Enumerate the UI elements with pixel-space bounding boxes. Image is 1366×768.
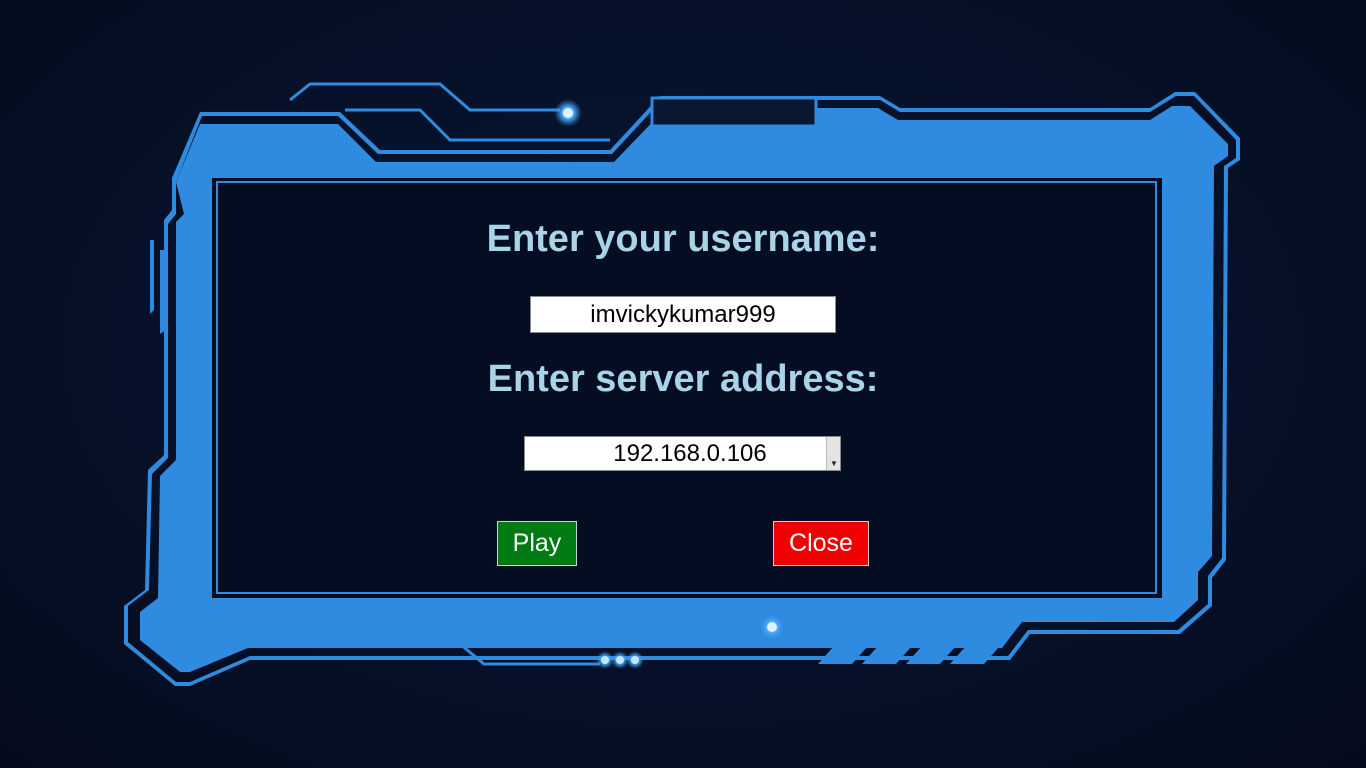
close-button[interactable]: Close bbox=[773, 521, 869, 566]
server-address-combobox[interactable]: ▼ bbox=[524, 436, 841, 471]
username-input[interactable] bbox=[530, 296, 836, 333]
username-label: Enter your username: bbox=[486, 218, 880, 260]
server-dropdown-button[interactable]: ▼ bbox=[826, 437, 840, 470]
server-address-input[interactable] bbox=[525, 437, 825, 470]
game-login-screen: Enter your username: Enter server addres… bbox=[0, 0, 1366, 768]
hud-top-slot bbox=[650, 96, 818, 128]
server-address-label: Enter server address: bbox=[487, 358, 879, 400]
chevron-down-icon: ▼ bbox=[830, 459, 838, 468]
hud-three-dots bbox=[596, 651, 644, 669]
play-button[interactable]: Play bbox=[497, 521, 577, 566]
